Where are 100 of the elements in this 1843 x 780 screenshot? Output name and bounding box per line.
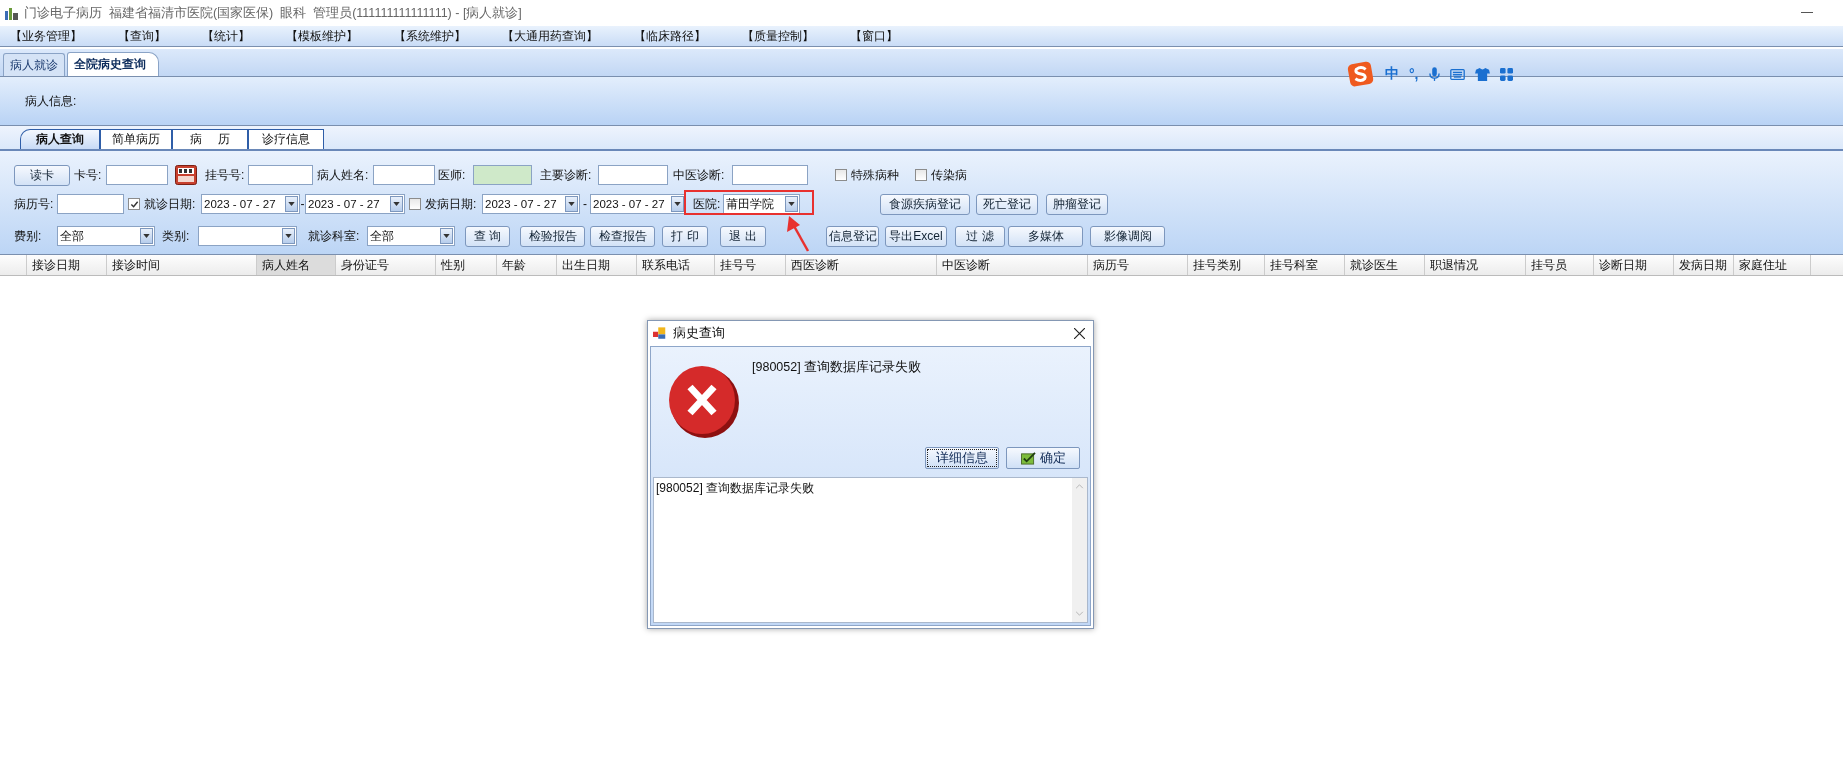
action-button[interactable]: 检验报告 bbox=[520, 225, 585, 247]
date-picker[interactable]: 2023 - 07 - 27 bbox=[201, 194, 300, 214]
dropdown[interactable]: 全部 bbox=[57, 226, 155, 246]
column-header[interactable]: 病人姓名 bbox=[257, 255, 336, 275]
checkbox-label: 特殊病种 bbox=[851, 166, 899, 184]
column-header[interactable]: 接诊日期 bbox=[27, 255, 107, 275]
checkbox[interactable] bbox=[835, 169, 847, 181]
column-header[interactable]: 中医诊断 bbox=[937, 255, 1088, 275]
microphone-icon[interactable] bbox=[1428, 66, 1440, 82]
column-header[interactable]: 诊断日期 bbox=[1594, 255, 1674, 275]
patient-info-label: 病人信息: bbox=[25, 92, 77, 110]
window-icon bbox=[653, 327, 667, 340]
field-label: 卡号: bbox=[74, 166, 103, 184]
column-header[interactable]: 出生日期 bbox=[557, 255, 637, 275]
column-header[interactable]: 身份证号 bbox=[336, 255, 436, 275]
date-picker[interactable]: 2023 - 07 - 27 bbox=[305, 194, 405, 214]
action-button[interactable]: 过 滤 bbox=[955, 225, 1005, 247]
action-button[interactable]: 打 印 bbox=[662, 225, 708, 247]
range-dash: - bbox=[300, 197, 305, 211]
text-field[interactable] bbox=[373, 165, 435, 185]
field-label: 挂号号: bbox=[205, 166, 246, 184]
keyboard-icon[interactable] bbox=[1449, 68, 1465, 80]
action-button[interactable]: 检查报告 bbox=[590, 225, 655, 247]
window-title: 门诊电子病历 福建省福清市医院(国家医保) 眼科 管理员(111111111111111) - [病人就诊] bbox=[24, 4, 522, 22]
field-label: 医师: bbox=[438, 166, 467, 184]
range-dash: - bbox=[582, 197, 588, 211]
minimize-icon[interactable] bbox=[1801, 12, 1813, 14]
column-header[interactable]: 联系电话 bbox=[637, 255, 715, 275]
menu-item[interactable]: 【大通用药查询】 bbox=[502, 27, 598, 45]
menu-item[interactable]: 【窗口】 bbox=[850, 27, 898, 45]
menu-item[interactable]: 【业务管理】 bbox=[10, 27, 82, 45]
column-header[interactable]: 挂号员 bbox=[1526, 255, 1594, 275]
input-method-logo-icon[interactable] bbox=[1347, 60, 1375, 88]
checkbox[interactable] bbox=[915, 169, 927, 181]
checkbox[interactable] bbox=[409, 198, 421, 210]
document-tab[interactable]: 病人就诊 bbox=[3, 53, 65, 76]
field-label: 医院: bbox=[693, 195, 722, 213]
dialog-title: 病史查询 bbox=[673, 325, 725, 342]
action-button[interactable]: 读卡 bbox=[14, 164, 70, 186]
tab[interactable]: 诊疗信息 bbox=[248, 129, 324, 149]
text-field[interactable] bbox=[598, 165, 668, 185]
app-icon bbox=[4, 5, 20, 21]
field-label: 病人姓名: bbox=[317, 166, 370, 184]
checkbox-label: 传染病 bbox=[931, 166, 967, 184]
field-label: 中医诊断: bbox=[673, 166, 726, 184]
menu-item[interactable]: 【质量控制】 bbox=[742, 27, 814, 45]
action-button[interactable]: 肿瘤登记 bbox=[1046, 193, 1108, 215]
text-field[interactable] bbox=[732, 165, 808, 185]
punctuation-toggle[interactable]: °, bbox=[1409, 66, 1419, 82]
column-header[interactable]: 职退情况 bbox=[1425, 255, 1526, 275]
column-header[interactable]: 性别 bbox=[436, 255, 497, 275]
menu-item[interactable]: 【系统维护】 bbox=[394, 27, 466, 45]
action-button[interactable]: 食源疾病登记 bbox=[880, 193, 970, 215]
checkbox-label: 就诊日期: bbox=[144, 195, 196, 213]
menu-item[interactable]: 【查询】 bbox=[118, 27, 166, 45]
field-label: 类别: bbox=[162, 227, 191, 245]
field-label: 主要诊断: bbox=[540, 166, 593, 184]
action-button[interactable]: 信息登记 bbox=[826, 225, 879, 247]
details-text-area[interactable]: [980052] 查询数据库记录失败 bbox=[653, 477, 1088, 623]
action-button[interactable]: 影像调阅 bbox=[1090, 225, 1165, 247]
grid-icon[interactable] bbox=[1499, 67, 1513, 81]
checkmark-icon bbox=[1020, 451, 1036, 465]
checkbox[interactable] bbox=[128, 198, 140, 210]
text-field[interactable] bbox=[106, 165, 168, 185]
ok-button[interactable]: 确定 bbox=[1006, 447, 1080, 469]
action-button[interactable]: 死亡登记 bbox=[976, 193, 1038, 215]
text-field[interactable] bbox=[473, 165, 532, 185]
dropdown[interactable]: 全部 bbox=[367, 226, 455, 246]
menu-item[interactable]: 【模板维护】 bbox=[286, 27, 358, 45]
text-field[interactable] bbox=[57, 194, 124, 214]
tab[interactable]: 简单病历 bbox=[100, 129, 172, 149]
column-header[interactable]: 家庭住址 bbox=[1734, 255, 1811, 275]
card-reader-icon[interactable] bbox=[175, 165, 197, 185]
column-header[interactable]: 就诊医生 bbox=[1345, 255, 1425, 275]
document-tab[interactable]: 全院病史查询 bbox=[67, 52, 159, 76]
column-header[interactable]: 病历号 bbox=[1088, 255, 1188, 275]
shirt-icon[interactable] bbox=[1474, 67, 1490, 81]
action-button[interactable]: 退 出 bbox=[720, 225, 766, 247]
action-button[interactable]: 导出Excel bbox=[885, 225, 947, 247]
column-header[interactable]: 年龄 bbox=[497, 255, 557, 275]
field-label: 费别: bbox=[14, 227, 43, 245]
close-icon[interactable] bbox=[1074, 328, 1085, 339]
column-header[interactable]: 挂号科室 bbox=[1265, 255, 1345, 275]
field-label: 病历号: bbox=[14, 195, 55, 213]
tab[interactable]: 病 历 bbox=[172, 129, 248, 149]
error-icon bbox=[667, 365, 739, 439]
menu-item[interactable]: 【统计】 bbox=[202, 27, 250, 45]
details-button[interactable]: 详细信息 bbox=[925, 447, 999, 469]
menu-item[interactable]: 【临床路径】 bbox=[634, 27, 706, 45]
date-picker[interactable]: 2023 - 07 - 27 bbox=[590, 194, 686, 214]
date-picker[interactable]: 2023 - 07 - 27 bbox=[482, 194, 580, 214]
dropdown[interactable]: 莆田学院 bbox=[723, 194, 800, 214]
column-header[interactable]: 挂号号 bbox=[715, 255, 786, 275]
tab[interactable]: 病人查询 bbox=[20, 129, 100, 149]
column-header[interactable]: 西医诊断 bbox=[786, 255, 937, 275]
action-button[interactable]: 多媒体 bbox=[1008, 225, 1083, 247]
column-header[interactable]: 发病日期 bbox=[1674, 255, 1734, 275]
column-header[interactable]: 挂号类别 bbox=[1188, 255, 1265, 275]
action-button[interactable]: 查 询 bbox=[465, 225, 510, 247]
text-field[interactable] bbox=[248, 165, 313, 185]
